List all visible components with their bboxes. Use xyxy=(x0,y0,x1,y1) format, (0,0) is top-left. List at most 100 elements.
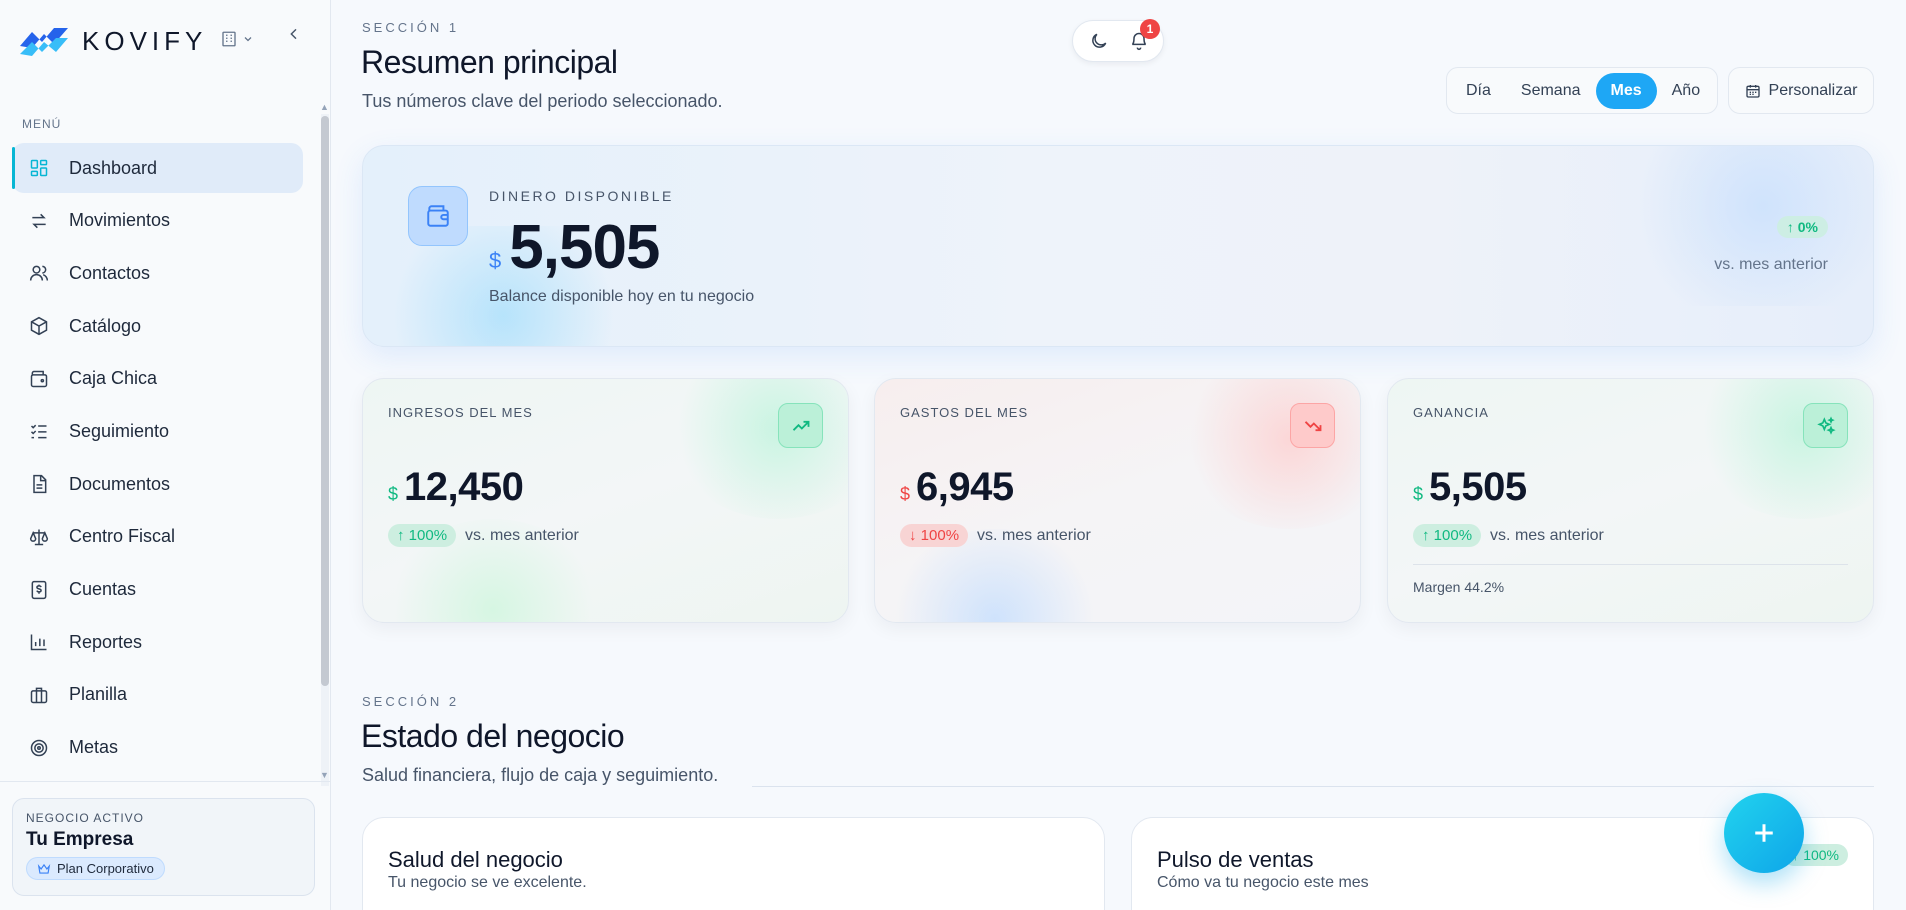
currency-symbol: $ xyxy=(388,484,399,504)
sidebar-item-label: Movimientos xyxy=(69,210,171,231)
available-cash-description: Balance disponible hoy en tu negocio xyxy=(489,288,755,305)
available-cash-label: DINERO DISPONIBLE xyxy=(489,188,674,204)
add-button[interactable] xyxy=(1724,793,1804,873)
sidebar-item-label: Planilla xyxy=(69,684,128,705)
card-glow xyxy=(1693,379,1873,519)
sidebar-item-dashboard[interactable]: Dashboard xyxy=(12,143,303,193)
sidebar-scrollbar[interactable]: ▲ ▼ xyxy=(318,100,329,786)
business-health-title: Salud del negocio xyxy=(388,847,563,872)
scroll-up-icon[interactable]: ▲ xyxy=(320,102,329,112)
available-cash-change-badge: ↑ 0% xyxy=(1776,216,1828,238)
profit-amount: $ 5,505 xyxy=(1413,465,1527,510)
plan-badge: Plan Corporativo xyxy=(26,857,165,880)
crown-icon xyxy=(37,863,51,874)
building-icon xyxy=(222,31,236,47)
sidebar-item-movimientos[interactable]: Movimientos xyxy=(12,196,303,246)
sidebar-item-label: Centro Fiscal xyxy=(69,526,176,547)
change-value: 100% xyxy=(920,527,960,544)
expenses-card: GASTOS DEL MES $ 6,945 ↓ 100% vs. mes an… xyxy=(874,378,1361,623)
sidebar-item-documentos[interactable]: Documentos xyxy=(12,459,303,509)
sidebar-item-catalogo[interactable]: Catálogo xyxy=(12,301,303,351)
available-cash-amount: $ 5,505 xyxy=(489,212,660,283)
chevron-down-icon xyxy=(244,37,252,42)
customize-button[interactable]: Personalizar xyxy=(1728,67,1874,114)
range-mes-button[interactable]: Mes xyxy=(1595,72,1657,109)
business-health-subtitle: Tu negocio se ve excelente. xyxy=(388,874,587,891)
target-icon xyxy=(28,737,50,759)
plus-icon xyxy=(1755,824,1773,842)
sidebar-item-reportes[interactable]: Reportes xyxy=(12,617,303,667)
collapse-sidebar-button[interactable] xyxy=(284,22,304,46)
notification-count-badge: 1 xyxy=(1140,19,1160,39)
expenses-value: 6,945 xyxy=(916,465,1014,509)
section-2-subtitle: Salud financiera, flujo de caja y seguim… xyxy=(362,765,719,785)
range-dia-button[interactable]: Día xyxy=(1451,73,1506,109)
plan-name: Plan Corporativo xyxy=(57,861,154,876)
change-value: 100% xyxy=(1433,527,1473,544)
business-switcher[interactable] xyxy=(220,30,254,48)
brand-name: KOVIFY xyxy=(82,25,208,56)
sidebar-item-label: Cuentas xyxy=(69,579,137,599)
brand[interactable]: KOVIFY xyxy=(18,20,207,62)
change-value: 100% xyxy=(1803,847,1839,863)
profit-card: GANANCIA $ 5,505 ↑ 100% vs. mes anterior… xyxy=(1387,378,1874,623)
active-business-name: Tu Empresa xyxy=(26,829,134,850)
expenses-change-chip: ↓ 100% xyxy=(900,524,969,547)
arrows-exchange-icon xyxy=(28,210,50,232)
period-selector: Día Semana Mes Año xyxy=(1446,67,1718,114)
calendar-icon xyxy=(1745,84,1760,98)
profit-margin: Margen 44.2% xyxy=(1413,579,1505,595)
sidebar: KOVIFY MENÚ Dashboard Movimientos Contac… xyxy=(0,0,331,910)
menu-label: MENÚ xyxy=(22,117,62,131)
sidebar-item-contactos[interactable]: Contactos xyxy=(12,248,303,298)
currency-symbol: $ xyxy=(900,484,911,504)
sales-pulse-subtitle: Cómo va tu negocio este mes xyxy=(1157,874,1369,891)
users-icon xyxy=(28,262,50,284)
trend-down-icon xyxy=(1290,403,1335,448)
range-ano-button[interactable]: Año xyxy=(1657,73,1715,109)
income-change-chip: ↑ 100% xyxy=(388,524,457,547)
dark-mode-toggle[interactable] xyxy=(1089,31,1111,53)
sidebar-item-metas[interactable]: Metas xyxy=(12,723,303,773)
income-change-row: ↑ 100% vs. mes anterior xyxy=(388,524,579,547)
wallet-icon xyxy=(28,368,50,390)
briefcase-icon xyxy=(28,684,50,706)
sparkles-icon xyxy=(1803,403,1848,448)
profit-value: 5,505 xyxy=(1429,465,1527,509)
section-2-divider xyxy=(752,786,1874,787)
scroll-down-icon[interactable]: ▼ xyxy=(320,770,329,780)
profit-change-row: ↑ 100% vs. mes anterior xyxy=(1413,524,1604,547)
package-icon xyxy=(28,315,50,337)
business-health-card: Salud del negocio Tu negocio se ve excel… xyxy=(362,817,1105,910)
range-semana-button[interactable]: Semana xyxy=(1506,73,1596,109)
card-glow xyxy=(668,379,848,519)
sidebar-item-label: Documentos xyxy=(69,473,171,494)
bar-chart-icon xyxy=(28,631,50,653)
checklist-icon xyxy=(28,420,50,442)
expenses-change-row: ↓ 100% vs. mes anterior xyxy=(900,524,1091,547)
document-icon xyxy=(28,473,50,495)
change-value: 100% xyxy=(408,527,448,544)
sidebar-divider xyxy=(0,781,331,782)
sidebar-item-label: Metas xyxy=(69,737,119,758)
profit-change-chip: ↑ 100% xyxy=(1413,524,1482,547)
sidebar-item-seguimiento[interactable]: Seguimiento xyxy=(12,406,303,456)
profit-label: GANANCIA xyxy=(1413,405,1489,420)
sidebar-item-label: Caja Chica xyxy=(69,368,158,389)
section-2-title: Estado del negocio xyxy=(361,718,625,754)
sidebar-item-label: Seguimiento xyxy=(69,420,170,441)
expenses-comparison: vs. mes anterior xyxy=(977,526,1091,544)
profit-comparison: vs. mes anterior xyxy=(1490,526,1604,544)
sidebar-item-caja-chica[interactable]: Caja Chica xyxy=(12,354,303,404)
currency-symbol: $ xyxy=(1413,484,1424,504)
sidebar-item-planilla[interactable]: Planilla xyxy=(12,670,303,720)
scale-icon xyxy=(28,526,50,548)
scrollbar-thumb[interactable] xyxy=(321,116,329,686)
income-value: 12,450 xyxy=(404,465,524,509)
chevron-left-icon xyxy=(290,28,297,40)
grid-icon xyxy=(28,157,50,179)
active-business-card[interactable]: NEGOCIO ACTIVO Tu Empresa Plan Corporati… xyxy=(12,798,315,896)
sidebar-item-label: Reportes xyxy=(69,631,143,652)
sidebar-item-centro-fiscal[interactable]: Centro Fiscal xyxy=(12,512,303,562)
sidebar-item-cuentas[interactable]: Cuentas xyxy=(12,565,303,615)
